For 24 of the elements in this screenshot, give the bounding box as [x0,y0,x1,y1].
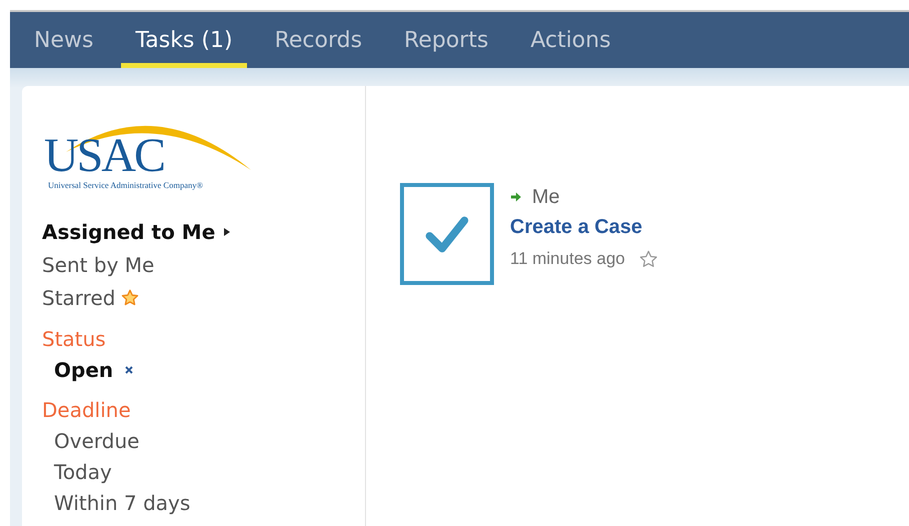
filter-heading: Deadline [42,397,132,424]
task-time: 11 minutes ago [510,249,625,269]
nav-tab[interactable]: News [20,12,108,68]
nav-tab[interactable]: Records [260,12,376,68]
filter-option[interactable]: Today [54,460,112,484]
star-icon [121,288,140,306]
nav-tab[interactable]: Reports [390,12,502,68]
sidebar-item[interactable]: Assigned to Me [42,220,216,244]
task-title-link[interactable]: Create a Case [510,211,658,243]
logo-name: USAC [44,132,164,180]
task-assignee: Me [532,186,560,208]
star-icon[interactable] [638,250,658,268]
filter-heading: Status [42,326,107,353]
nav-tab[interactable]: Actions [516,12,625,68]
arrow-right-icon [510,191,522,203]
filter-option[interactable]: Within 7 days [54,490,190,514]
filter-option[interactable]: Overdue [54,428,140,452]
caret-icon [224,228,230,236]
sidebar-item[interactable]: Starred [42,286,116,310]
filter-option[interactable]: Open [54,358,114,382]
sidebar-item[interactable]: Sent by Me [42,252,154,276]
remove-icon[interactable] [124,364,134,374]
logo-tagline: Universal Service Administrative Company® [48,180,203,190]
task-checkbox[interactable] [400,183,494,285]
